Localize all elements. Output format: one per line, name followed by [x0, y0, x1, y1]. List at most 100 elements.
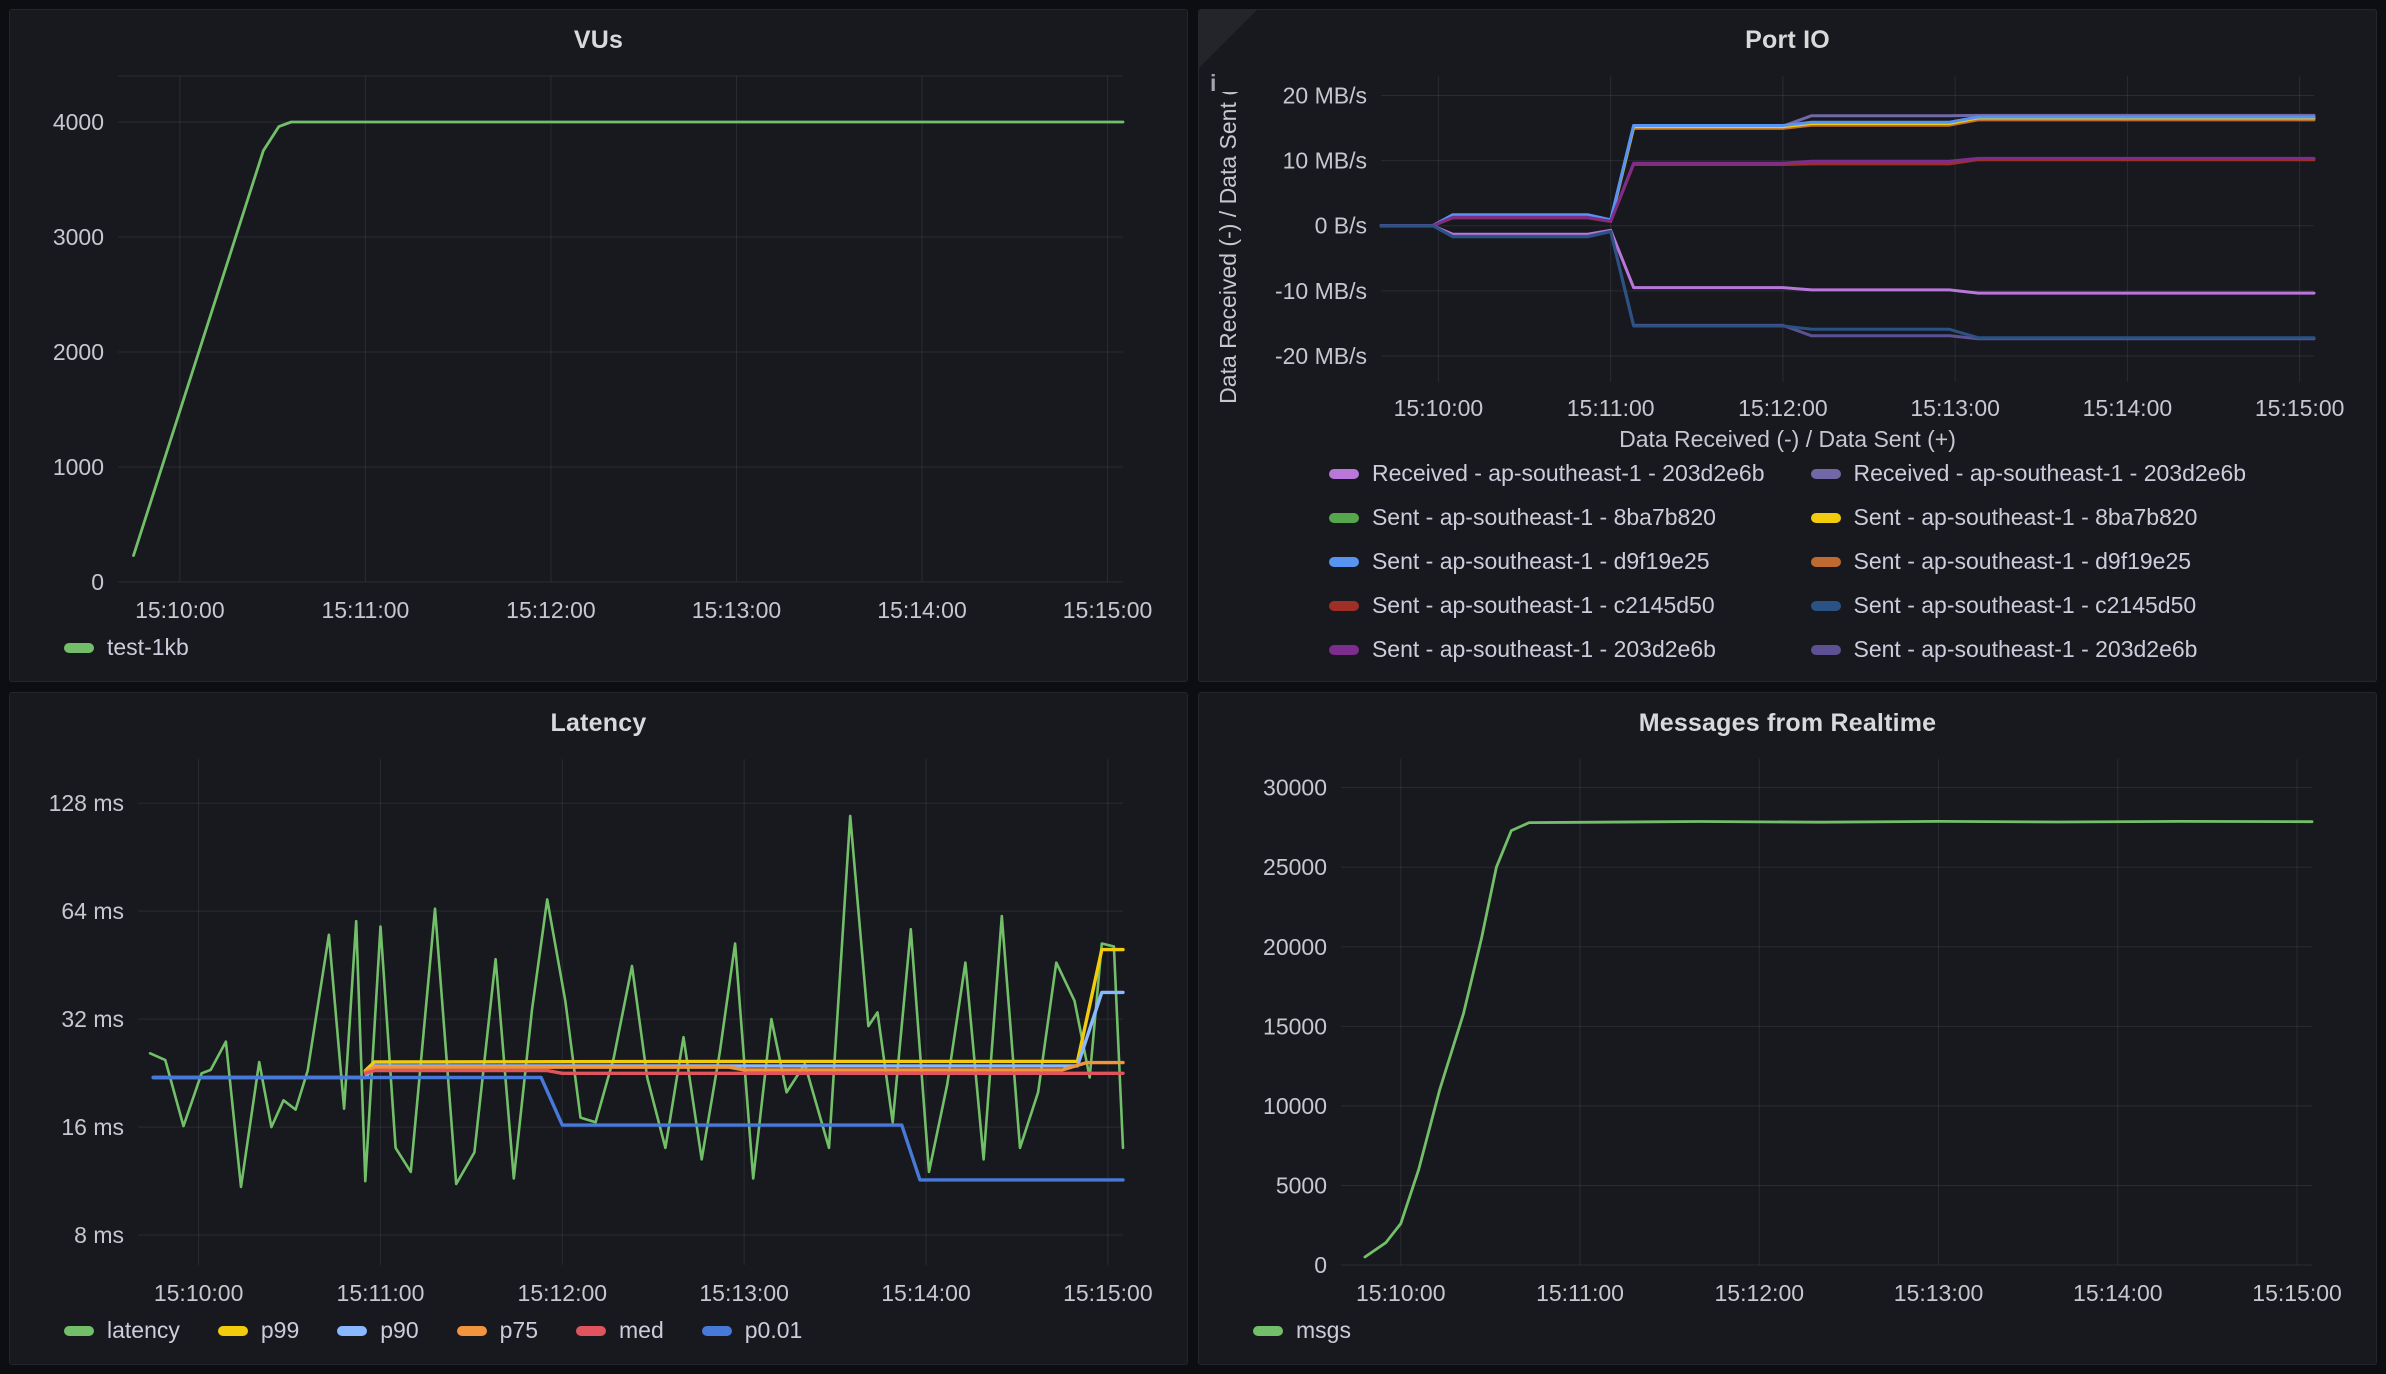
svg-text:4000: 4000 [53, 109, 104, 135]
legend-item[interactable]: Sent - ap-southeast-1 - d9f19e25 [1811, 548, 2247, 575]
legend-item-label: Sent - ap-southeast-1 - 8ba7b820 [1854, 504, 2198, 531]
legend-item[interactable]: Sent - ap-southeast-1 - c2145d50 [1811, 592, 2247, 619]
panel-latency: Latency 8 ms16 ms32 ms64 ms128 ms15:10:0… [9, 692, 1188, 1365]
svg-text:15:13:00: 15:13:00 [1910, 395, 2000, 421]
svg-text:-20 MB/s: -20 MB/s [1275, 343, 1367, 369]
legend-item[interactable]: p0.01 [702, 1317, 803, 1344]
panel-messages: Messages from Realtime 05000100001500020… [1198, 692, 2377, 1365]
chart-canvas: 01000200030004000 15:10:0015:11:0015:12:0… [10, 62, 1187, 628]
y-axis: 8 ms16 ms32 ms64 ms128 ms [49, 790, 124, 1248]
svg-text:128 ms: 128 ms [49, 790, 124, 816]
x-axis: 15:10:0015:11:0015:12:0015:13:0015:14:00… [135, 597, 1152, 623]
svg-text:15000: 15000 [1263, 1013, 1327, 1039]
legend-item[interactable]: p99 [218, 1317, 299, 1344]
gridlines [138, 759, 1123, 1265]
panel-info-corner[interactable]: i [1199, 10, 1257, 68]
legend-item-label: Sent - ap-southeast-1 - 203d2e6b [1372, 636, 1716, 663]
port-io-chart-area[interactable]: Data Received (-) / Data Sent (+) 20 MB/… [1199, 62, 2376, 426]
gridlines [118, 76, 1123, 582]
series-line [1365, 821, 2312, 1257]
series-line [1381, 118, 2314, 226]
svg-text:15:10:00: 15:10:00 [1394, 395, 1484, 421]
legend-item[interactable]: Received - ap-southeast-1 - 203d2e6b [1329, 460, 1765, 487]
legend-item-label: test-1kb [107, 634, 189, 661]
panel-title[interactable]: Port IO [1199, 10, 2376, 62]
series-line [1381, 226, 2314, 338]
series-color-marker-icon [218, 1326, 248, 1336]
latency-chart-area[interactable]: 8 ms16 ms32 ms64 ms128 ms15:10:0015:11:0… [10, 745, 1187, 1311]
legend-item[interactable]: med [576, 1317, 664, 1344]
legend-item[interactable]: Sent - ap-southeast-1 - c2145d50 [1329, 592, 1765, 619]
svg-text:15:12:00: 15:12:00 [1738, 395, 1828, 421]
svg-text:15:10:00: 15:10:00 [135, 597, 225, 623]
legend-item-label: Received - ap-southeast-1 - 203d2e6b [1854, 460, 2247, 487]
legend-item[interactable]: test-1kb [64, 634, 189, 661]
legend-item[interactable]: Sent - ap-southeast-1 - 8ba7b820 [1329, 504, 1765, 531]
series-color-marker-icon [64, 1326, 94, 1336]
svg-text:15:14:00: 15:14:00 [2073, 1280, 2163, 1306]
legend-item[interactable]: latency [64, 1317, 180, 1344]
legend-item[interactable]: msgs [1253, 1317, 1351, 1344]
legend-item-label: p90 [380, 1317, 418, 1344]
x-axis: 15:10:0015:11:0015:12:0015:13:0015:14:00… [1394, 395, 2345, 421]
svg-text:15:12:00: 15:12:00 [506, 597, 596, 623]
legend-item[interactable]: Received - ap-southeast-1 - 203d2e6b [1811, 460, 2247, 487]
chart-canvas: 20 MB/s10 MB/s0 B/s-10 MB/s-20 MB/s15:10… [1199, 62, 2376, 426]
legend-item-label: Sent - ap-southeast-1 - d9f19e25 [1372, 548, 1710, 575]
svg-text:25000: 25000 [1263, 854, 1327, 880]
series-line [1381, 115, 2314, 225]
latency-legend: latency p99 p90 p75 med p0.01 [10, 1311, 1187, 1364]
series-color-marker-icon [1811, 557, 1841, 567]
svg-text:0: 0 [1314, 1252, 1327, 1278]
svg-text:10 MB/s: 10 MB/s [1283, 148, 1367, 174]
legend-item[interactable]: Sent - ap-southeast-1 - 203d2e6b [1329, 636, 1765, 663]
svg-text:20 MB/s: 20 MB/s [1283, 83, 1367, 109]
series-color-marker-icon [1253, 1326, 1283, 1336]
chart-canvas: 05000100001500020000250003000015:10:0015… [1199, 745, 2376, 1311]
series-line [1381, 120, 2314, 226]
info-icon: i [1210, 70, 1216, 97]
y-axis: 01000200030004000 [53, 109, 104, 595]
legend-item-label: Sent - ap-southeast-1 - 203d2e6b [1854, 636, 2198, 663]
series-color-marker-icon [1811, 469, 1841, 479]
legend-item[interactable]: Sent - ap-southeast-1 - d9f19e25 [1329, 548, 1765, 575]
series-color-marker-icon [1329, 601, 1359, 611]
series-color-marker-icon [1811, 513, 1841, 523]
panel-title[interactable]: Messages from Realtime [1199, 693, 2376, 745]
panel-port-io: i Port IO Data Received (-) / Data Sent … [1198, 9, 2377, 682]
svg-text:15:14:00: 15:14:00 [881, 1280, 971, 1306]
svg-text:15:10:00: 15:10:00 [154, 1280, 244, 1306]
vus-chart-area[interactable]: 01000200030004000 15:10:0015:11:0015:12:0… [10, 62, 1187, 628]
series-line [1381, 226, 2314, 339]
legend-item[interactable]: p75 [457, 1317, 538, 1344]
series-line [1381, 117, 2314, 226]
legend-item-label: med [619, 1317, 664, 1344]
dashboard-grid: VUs 01000200030004000 15:10:0015:11:0015:… [0, 0, 2386, 1374]
series-lines [150, 816, 1123, 1187]
legend-item-label: Sent - ap-southeast-1 - 8ba7b820 [1372, 504, 1716, 531]
svg-text:15:12:00: 15:12:00 [518, 1280, 608, 1306]
svg-text:15:15:00: 15:15:00 [2252, 1280, 2342, 1306]
legend-item-label: p0.01 [745, 1317, 803, 1344]
svg-text:64 ms: 64 ms [61, 898, 124, 924]
series-color-marker-icon [1811, 601, 1841, 611]
svg-text:8 ms: 8 ms [74, 1222, 124, 1248]
panel-title[interactable]: Latency [10, 693, 1187, 745]
series-line [1381, 119, 2314, 226]
messages-chart-area[interactable]: 05000100001500020000250003000015:10:0015… [1199, 745, 2376, 1311]
panel-title[interactable]: VUs [10, 10, 1187, 62]
svg-text:15:13:00: 15:13:00 [1894, 1280, 1984, 1306]
svg-text:15:15:00: 15:15:00 [1063, 597, 1153, 623]
legend-item[interactable]: Sent - ap-southeast-1 - 8ba7b820 [1811, 504, 2247, 531]
svg-text:32 ms: 32 ms [61, 1006, 124, 1032]
series-color-marker-icon [1329, 513, 1359, 523]
legend-item-label: latency [107, 1317, 180, 1344]
series-line [150, 816, 1123, 1187]
port-io-legend: Received - ap-southeast-1 - 203d2e6b Rece… [1199, 458, 2376, 681]
svg-text:15:14:00: 15:14:00 [877, 597, 967, 623]
svg-text:15:15:00: 15:15:00 [1063, 1280, 1153, 1306]
legend-item[interactable]: p90 [337, 1317, 418, 1344]
x-axis-label: Data Received (-) / Data Sent (+) [1199, 426, 2376, 458]
svg-text:30000: 30000 [1263, 775, 1327, 801]
legend-item[interactable]: Sent - ap-southeast-1 - 203d2e6b [1811, 636, 2247, 663]
